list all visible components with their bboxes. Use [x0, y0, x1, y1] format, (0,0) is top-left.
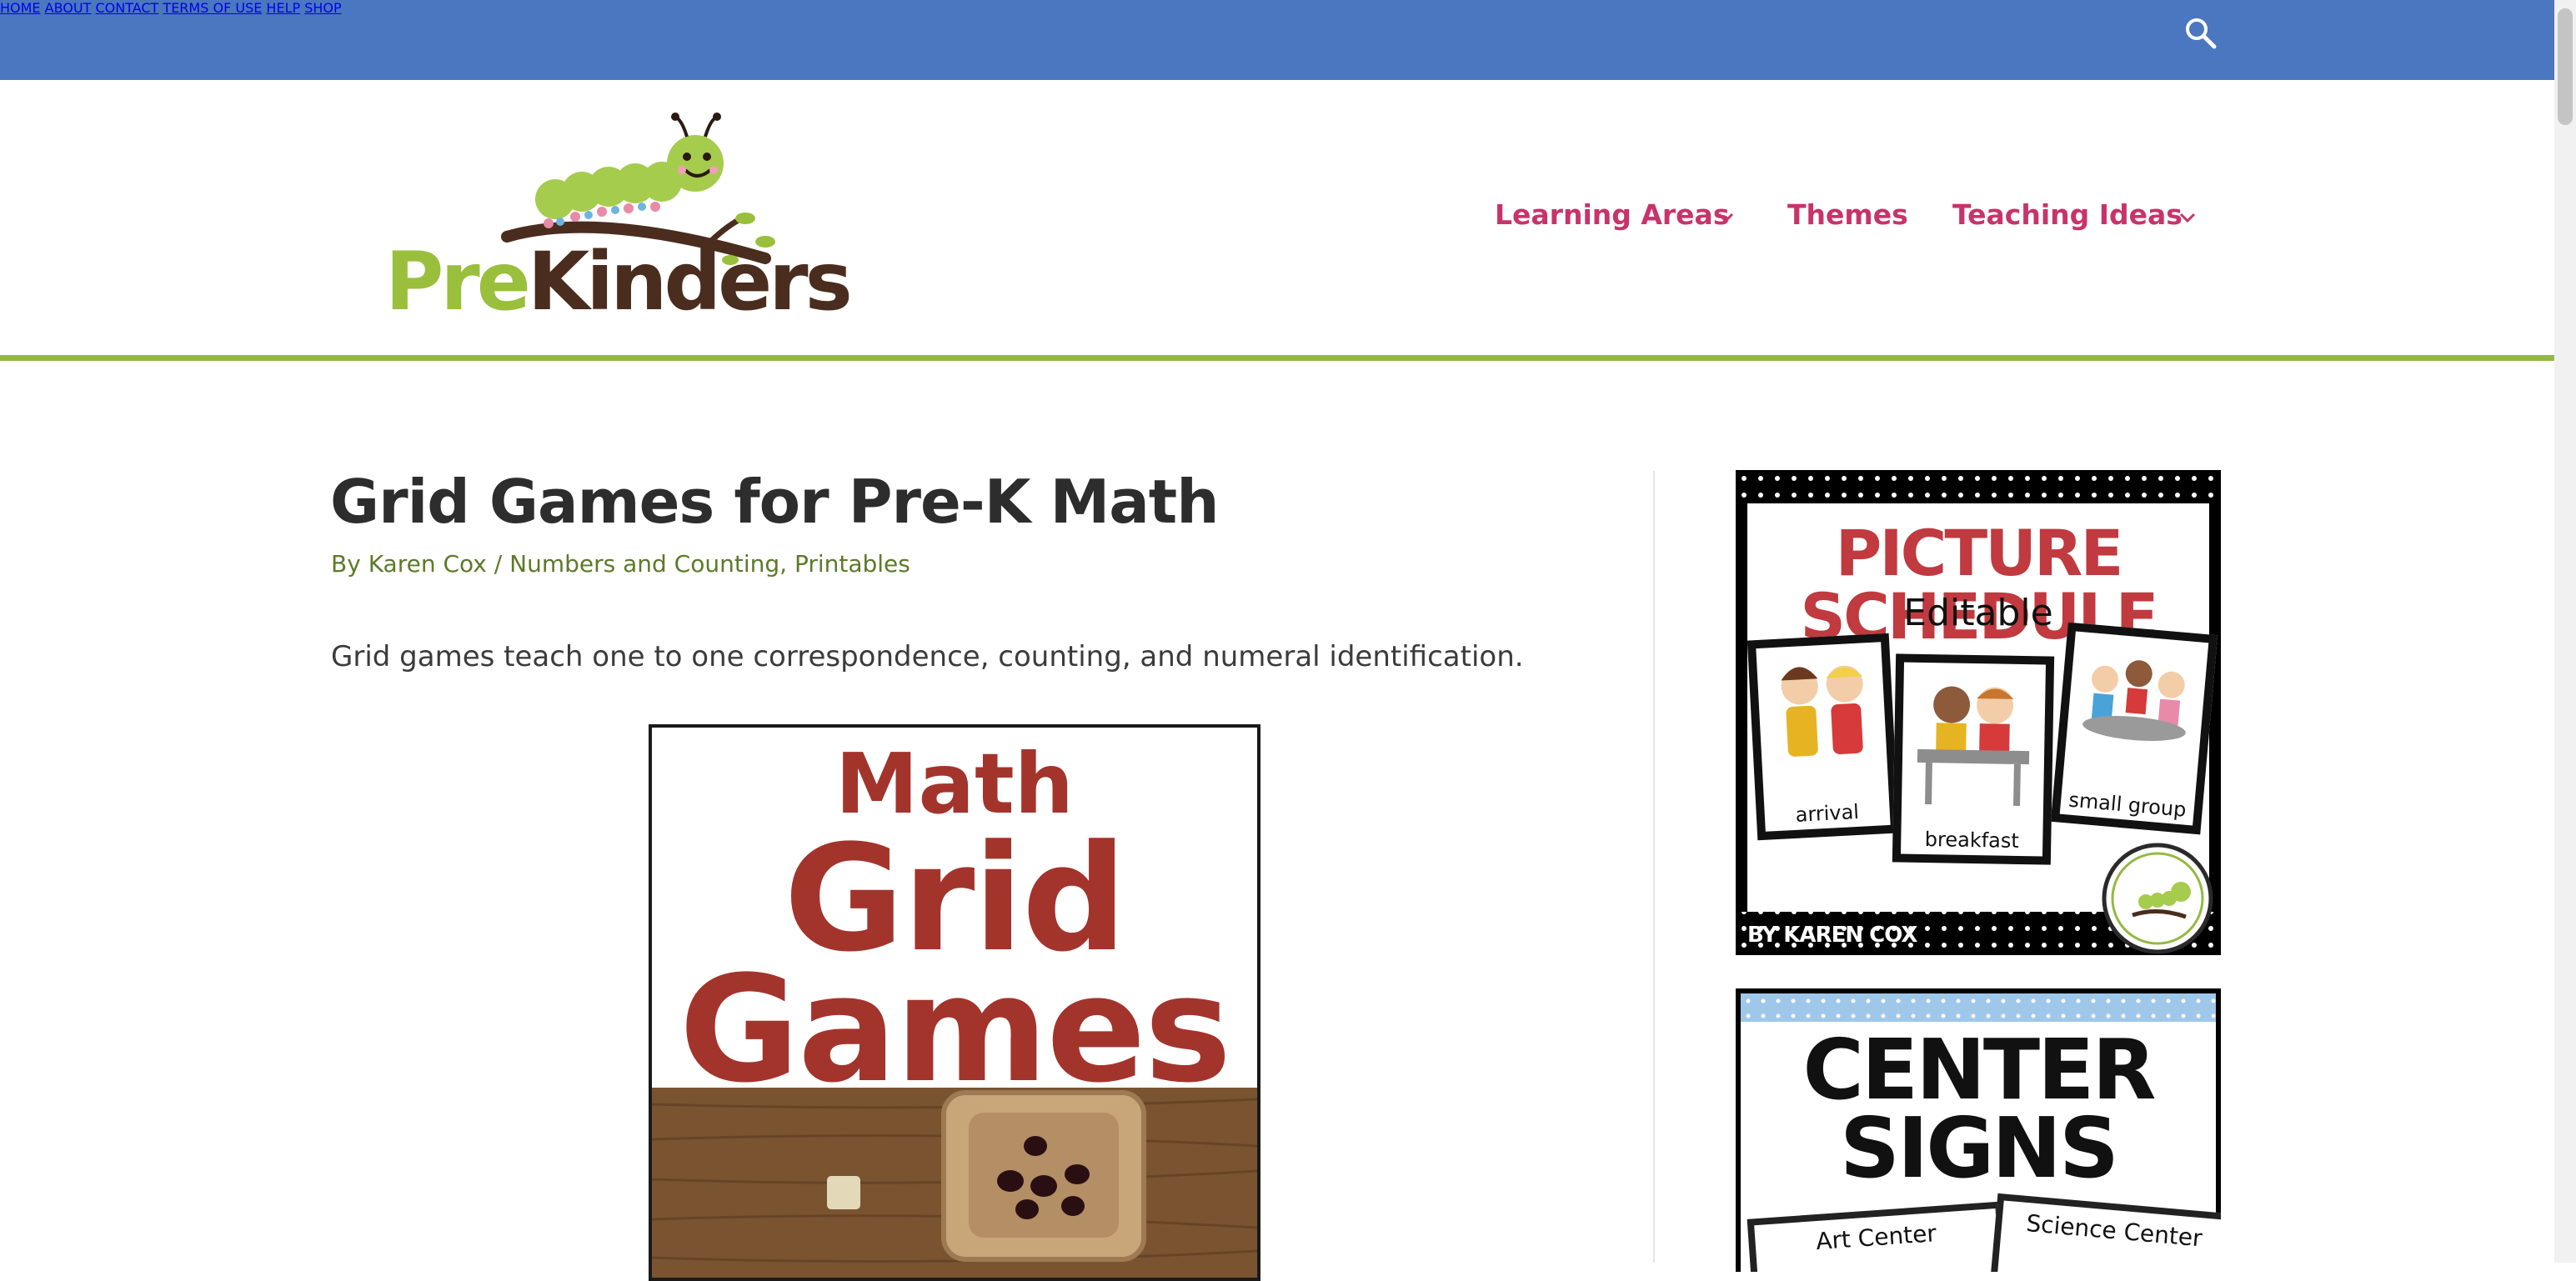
meta-comma: ,	[779, 550, 788, 578]
feature-image[interactable]: Math Grid Games	[649, 724, 1260, 1281]
schedule-card: small group	[2050, 622, 2218, 835]
picture-schedule-ad[interactable]: PICTURE SCHEDULE Editable arrival breakf…	[1736, 470, 2221, 955]
scrollbar-thumb[interactable]	[2558, 8, 2573, 125]
header-divider	[0, 355, 2554, 361]
ad-byline: BY KAREN COX	[1747, 923, 1917, 948]
sidebar-divider	[1653, 471, 1655, 1263]
card-label-art-center: Art Center	[1815, 1219, 1937, 1256]
wood-table-photo	[652, 1088, 1257, 1278]
ad-title-line2: SIGNS	[1839, 1099, 2119, 1197]
nav-terms-link[interactable]: TERMS OF USE	[163, 0, 262, 16]
top-nav: HOME ABOUT CONTACT TERMS OF USE HELP SHO…	[0, 0, 2554, 16]
meta-by: By	[331, 550, 361, 578]
logo-wordmark: PreKinders	[385, 242, 853, 322]
page-scrollbar[interactable]	[2554, 0, 2576, 1263]
nav-themes[interactable]: Themes	[1787, 198, 1908, 231]
category-link[interactable]: Numbers and Counting	[509, 550, 779, 578]
chevron-down-icon[interactable]	[1717, 212, 1734, 223]
dotted-band	[1741, 993, 2216, 1022]
meta-separator: /	[494, 550, 503, 578]
nav-help-link[interactable]: HELP	[266, 0, 300, 16]
card-label-science-center: Science Center	[2025, 1208, 2203, 1253]
card-label-arrival: arrival	[1794, 799, 1860, 827]
nav-contact-link[interactable]: CONTACT	[95, 0, 158, 16]
kids-illustration	[1781, 665, 1863, 757]
schedule-card: breakfast	[1892, 653, 2055, 865]
nav-about-link[interactable]: ABOUT	[45, 0, 92, 16]
search-icon[interactable]	[2183, 15, 2219, 52]
intro-paragraph: Grid games teach one to one corresponden…	[331, 640, 1524, 673]
center-signs-ad[interactable]: CENTER SIGNS Art Center Science Center	[1736, 988, 2221, 1272]
breakfast-illustration	[1917, 686, 2030, 806]
prekinders-badge	[2102, 843, 2213, 954]
ad-subtitle: Editable	[1903, 592, 2053, 634]
category-link[interactable]: Printables	[794, 550, 910, 578]
top-utility-bar: HOME ABOUT CONTACT TERMS OF USE HELP SHO…	[0, 0, 2554, 80]
logo-kinders: Kinders	[527, 235, 853, 328]
nav-learning-areas[interactable]: Learning Areas	[1495, 198, 1729, 231]
logo-pre: Pre	[385, 235, 531, 328]
chevron-down-icon[interactable]	[2179, 212, 2196, 223]
card-label-breakfast: breakfast	[1924, 828, 2020, 853]
author-link[interactable]: Karen Cox	[368, 550, 487, 578]
nav-teaching-ideas[interactable]: Teaching Ideas	[1952, 198, 2183, 231]
small-group-illustration	[2082, 660, 2186, 741]
feature-title-games: Games	[679, 944, 1232, 1115]
schedule-card: arrival	[1747, 633, 1900, 841]
card-label-small-group: small group	[2067, 788, 2188, 822]
post-meta: By Karen Cox / Numbers and Counting, Pri…	[331, 550, 910, 578]
nav-shop-link[interactable]: SHOP	[304, 0, 341, 16]
nav-home-link[interactable]: HOME	[0, 0, 41, 16]
page-title: Grid Games for Pre-K Math	[330, 467, 1219, 537]
